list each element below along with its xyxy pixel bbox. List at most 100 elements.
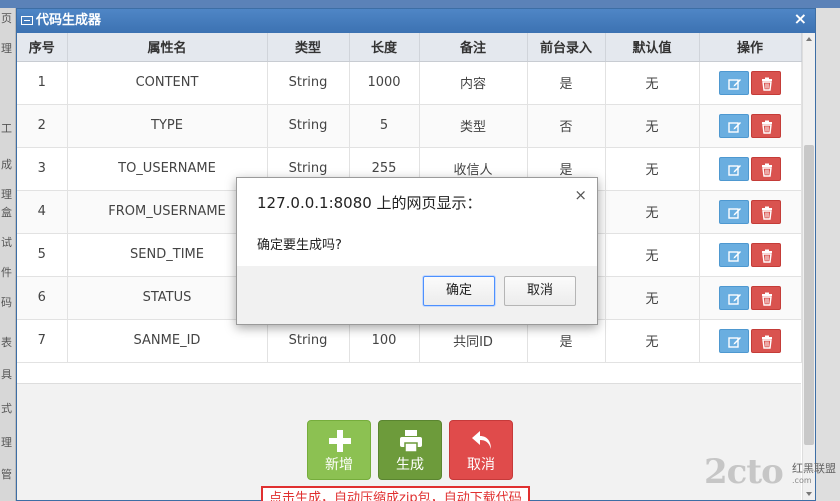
generate-button[interactable]: 生成: [378, 420, 442, 480]
field-note: 共同ID: [419, 319, 528, 363]
dialog-close-icon[interactable]: ×: [574, 186, 587, 204]
column-header: 属性名: [67, 33, 268, 62]
background-sidebar-item: 件: [1, 266, 12, 279]
watermark-main: 2cto: [704, 452, 784, 492]
field-name: SANME_ID: [67, 319, 268, 363]
background-sidebar-item: 试: [1, 236, 12, 249]
column-header: 类型: [267, 33, 350, 62]
background-sidebar-item: 具: [1, 368, 12, 381]
field-type: String: [267, 61, 350, 105]
add-button[interactable]: 新增: [307, 420, 371, 480]
background-sidebar-item: 盒: [1, 206, 12, 219]
edit-button[interactable]: [719, 199, 749, 224]
default-value: 无: [605, 61, 700, 105]
column-header: 前台录入: [527, 33, 606, 62]
cancel-button[interactable]: 取消: [449, 420, 513, 480]
dialog-footer: 确定 取消: [237, 266, 597, 324]
default-value: 无: [605, 233, 700, 277]
dialog-message: 确定要生成吗?: [257, 238, 342, 253]
row-number: 4: [17, 190, 68, 234]
column-header: 长度: [349, 33, 420, 62]
background-sidebar-item: 管: [1, 468, 12, 481]
window-title-bar: 代码生成器 ×: [17, 9, 815, 33]
row-actions: [699, 61, 802, 105]
field-length: 5: [349, 104, 420, 148]
delete-button[interactable]: [751, 113, 781, 138]
delete-button[interactable]: [751, 285, 781, 310]
background-sidebar-item: 工具: [1, 122, 12, 135]
edit-button[interactable]: [719, 328, 749, 353]
delete-button[interactable]: [751, 328, 781, 353]
row-number: 2: [17, 104, 68, 148]
default-value: 无: [605, 276, 700, 320]
edit-button[interactable]: [719, 285, 749, 310]
field-name: CONTENT: [67, 61, 268, 105]
edit-icon: [728, 207, 741, 219]
field-name: TYPE: [67, 104, 268, 148]
edit-icon: [728, 293, 741, 305]
background-sidebar-item: 码: [1, 296, 12, 309]
window-icon: [21, 16, 33, 25]
field-note: 内容: [419, 61, 528, 105]
row-number: 5: [17, 233, 68, 277]
background-sidebar-item: 理: [1, 436, 12, 449]
table-row: 7 SANME_ID String 100 共同ID 是无: [17, 319, 802, 363]
default-value: 无: [605, 319, 700, 363]
delete-button[interactable]: [751, 70, 781, 95]
window-close-icon[interactable]: ×: [794, 9, 807, 29]
table-row: 2 TYPE String 5 类型否无: [17, 104, 802, 148]
edit-icon: [728, 78, 741, 90]
row-actions: [699, 190, 802, 234]
row-number: 6: [17, 276, 68, 320]
frontend-input: 是: [527, 61, 606, 105]
dialog-content: 127.0.0.1:8080 上的网页显示： × 确定要生成吗?: [237, 178, 597, 266]
edit-button[interactable]: [719, 70, 749, 95]
add-button-label: 新增: [325, 457, 353, 473]
row-actions: [699, 104, 802, 148]
background-sidebar-item: 式: [1, 402, 12, 415]
table-header-row: 序号 属性名 类型 长度 备注 前台录入 默认值 操作: [17, 33, 802, 62]
row-number: 1: [17, 61, 68, 105]
trash-icon: [762, 335, 772, 349]
delete-button[interactable]: [751, 156, 781, 181]
trash-icon: [762, 292, 772, 306]
undo-icon: [472, 431, 491, 449]
field-type: String: [267, 319, 350, 363]
delete-button[interactable]: [751, 242, 781, 267]
background-sidebar: 页 理 工具 成 理 盒 试 件 码 表 具 式 理 管: [0, 8, 16, 501]
row-number: 7: [17, 319, 68, 363]
default-value: 无: [605, 190, 700, 234]
cancel-button-label: 取消: [467, 457, 495, 473]
dialog-ok-button[interactable]: 确定: [423, 276, 495, 306]
row-actions: [699, 147, 802, 191]
dialog-title: 127.0.0.1:8080 上的网页显示：: [257, 194, 482, 212]
edit-button[interactable]: [719, 156, 749, 181]
default-value: 无: [605, 104, 700, 148]
vertical-scrollbar[interactable]: [802, 33, 815, 500]
edit-button[interactable]: [719, 242, 749, 267]
field-length: 1000: [349, 61, 420, 105]
trash-icon: [762, 206, 772, 220]
background-right-panel: [816, 8, 840, 501]
row-actions: [699, 276, 802, 320]
dialog-cancel-button[interactable]: 取消: [504, 276, 576, 306]
field-note: 类型: [419, 104, 528, 148]
scrollbar-thumb[interactable]: [804, 145, 814, 445]
trash-icon: [762, 120, 772, 134]
row-actions: [699, 233, 802, 277]
row-actions: [699, 319, 802, 363]
default-value: 无: [605, 147, 700, 191]
scroll-up-arrow-icon[interactable]: [803, 33, 815, 45]
window-title: 代码生成器: [36, 13, 102, 28]
column-header: 序号: [17, 33, 68, 62]
edit-icon: [728, 336, 741, 348]
column-header: 备注: [419, 33, 528, 62]
edit-button[interactable]: [719, 113, 749, 138]
background-topbar: [0, 0, 840, 8]
delete-button[interactable]: [751, 199, 781, 224]
background-sidebar-item: 页: [1, 12, 12, 25]
print-icon: [400, 430, 422, 453]
watermark-side: 红黑联盟: [792, 462, 836, 475]
watermark-sub: .com: [792, 476, 812, 485]
trash-icon: [762, 77, 772, 91]
